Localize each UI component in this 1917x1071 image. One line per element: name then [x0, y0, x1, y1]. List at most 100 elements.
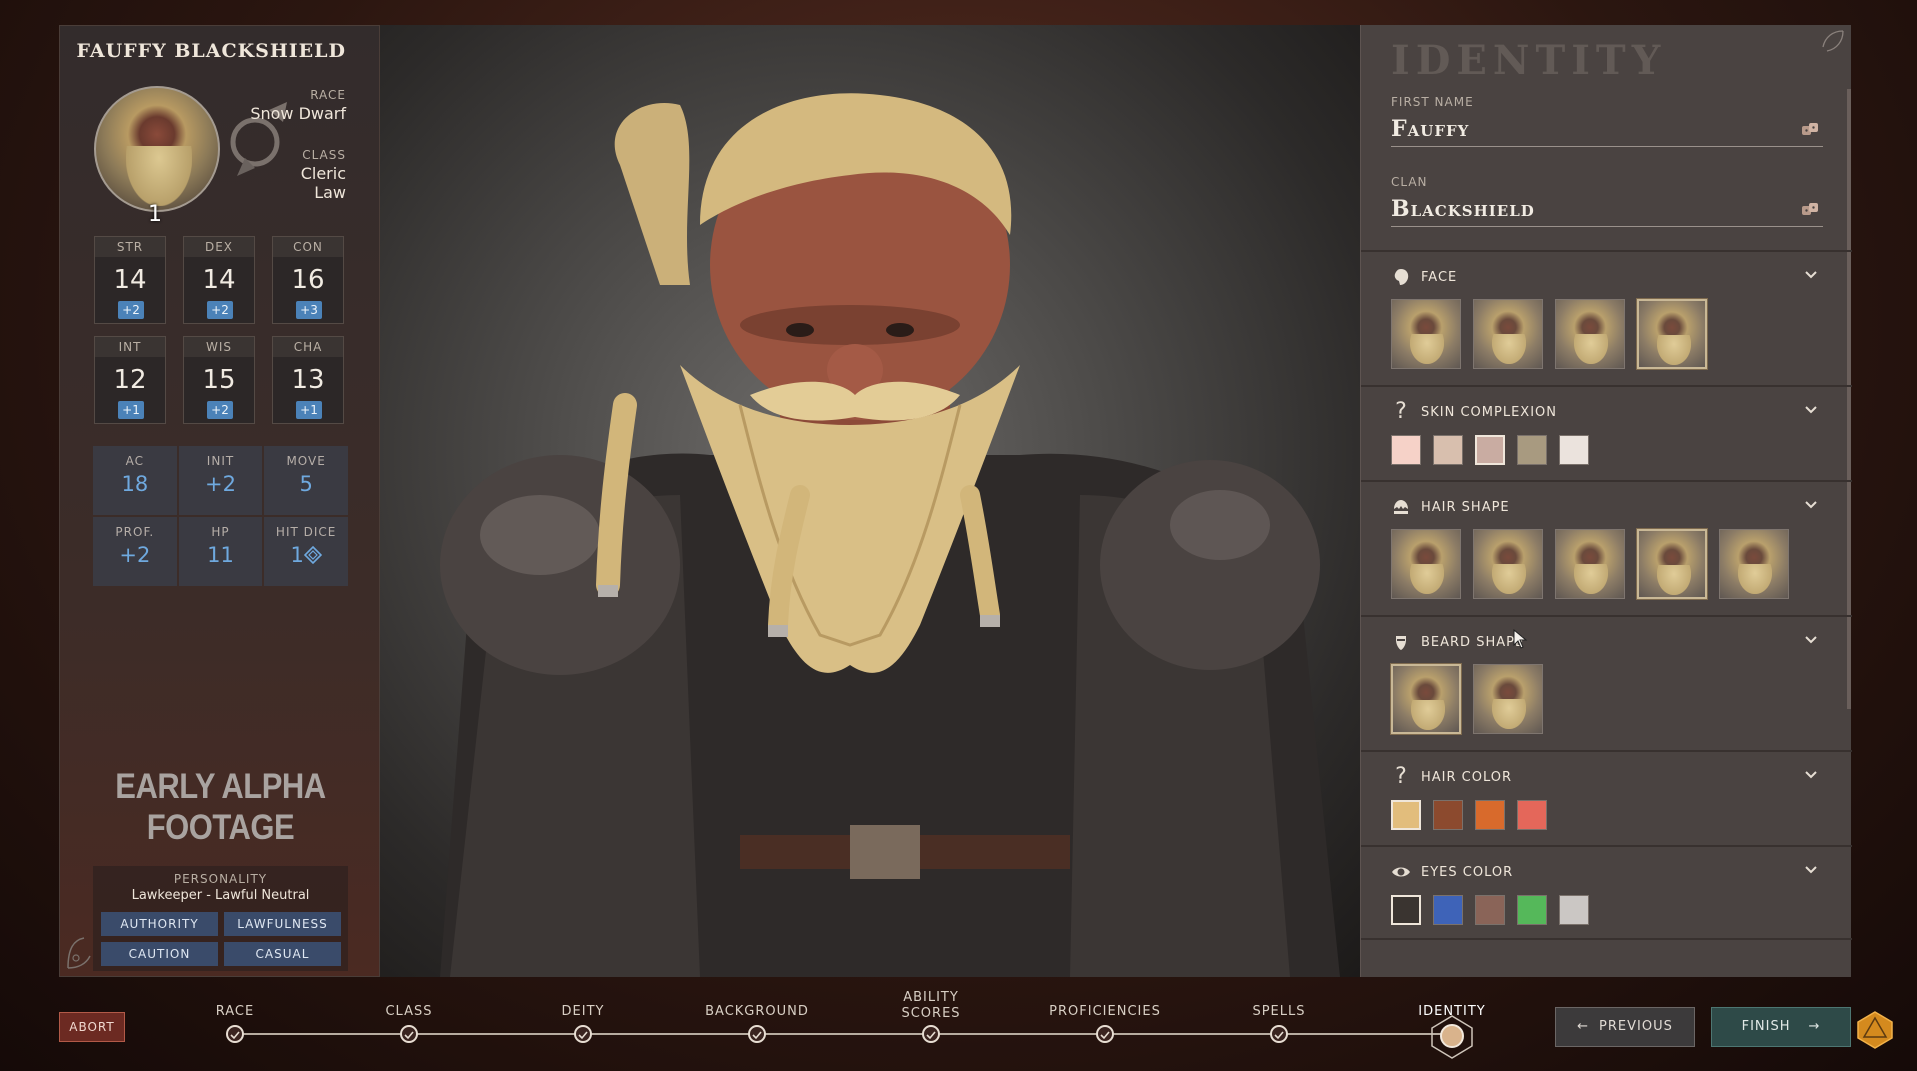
beard-shape-option-1[interactable]	[1391, 664, 1461, 734]
step-spells[interactable]: SPELLS	[1209, 998, 1349, 1043]
ability-abbr: INT	[95, 337, 165, 357]
skin-swatch[interactable]	[1559, 435, 1589, 465]
race-label: RACE	[310, 88, 346, 102]
step-deity[interactable]: DEITY	[513, 998, 653, 1043]
eye-color-swatch[interactable]	[1433, 895, 1463, 925]
ability-int: INT 12 +1	[94, 336, 166, 424]
face-section-header[interactable]: FACE	[1391, 266, 1457, 288]
beard-shape-label: BEARD SHAPE	[1421, 634, 1525, 650]
skin-section-header[interactable]: ? SKIN COMPLEXION	[1391, 401, 1557, 423]
skin-swatch[interactable]	[1517, 435, 1547, 465]
ability-modifier: +2	[207, 401, 233, 419]
check-icon	[574, 1025, 592, 1043]
hair-shape-label: HAIR SHAPE	[1421, 499, 1510, 515]
identity-title: IDENTITY	[1391, 37, 1667, 84]
chevron-down-icon[interactable]	[1804, 863, 1818, 877]
step-label: BACKGROUND	[705, 1004, 809, 1019]
eye-color-swatch[interactable]	[1391, 895, 1421, 925]
chevron-down-icon[interactable]	[1804, 403, 1818, 417]
step-background[interactable]: BACKGROUND	[687, 998, 827, 1043]
face-option-2[interactable]	[1473, 299, 1543, 369]
hair-color-swatch[interactable]	[1475, 800, 1505, 830]
skin-swatch[interactable]	[1475, 435, 1505, 465]
first-name-field[interactable]: Fauffy	[1391, 111, 1823, 147]
clan-label: CLAN	[1391, 175, 1428, 189]
finish-button[interactable]: FINISH →	[1711, 1007, 1851, 1047]
ability-modifier: +3	[296, 301, 322, 319]
randomize-clan-dice-icon[interactable]	[1801, 201, 1819, 219]
character-3d-viewport[interactable]	[380, 25, 1360, 977]
face-label: FACE	[1421, 269, 1458, 285]
hair-shape-option-1[interactable]	[1391, 529, 1461, 599]
hair-shape-section: HAIR SHAPE	[1361, 480, 1852, 615]
hair-color-label: HAIR COLOR	[1421, 769, 1513, 785]
stat-value: +2	[205, 472, 236, 496]
face-option-1[interactable]	[1391, 299, 1461, 369]
previous-label: PREVIOUS	[1599, 1019, 1673, 1034]
hair-shape-option-3[interactable]	[1555, 529, 1625, 599]
step-proficiencies[interactable]: PROFICIENCIES	[1035, 998, 1175, 1043]
hair-shape-section-header[interactable]: HAIR SHAPE	[1391, 496, 1510, 518]
personality-box: PERSONALITY Lawkeeper - Lawful Neutral A…	[93, 866, 348, 971]
ability-score: 16	[291, 265, 325, 295]
stat-label: AC	[125, 454, 145, 468]
arrow-right-icon: →	[1808, 1019, 1821, 1034]
eye-color-swatch[interactable]	[1517, 895, 1547, 925]
stat-hit-dice: HIT DICE 1	[264, 517, 348, 586]
face-option-4[interactable]	[1637, 299, 1707, 369]
beard-shape-option-2[interactable]	[1473, 664, 1543, 734]
chevron-down-icon[interactable]	[1804, 498, 1818, 512]
eye-color-swatch[interactable]	[1475, 895, 1505, 925]
skin-swatch[interactable]	[1433, 435, 1463, 465]
step-race[interactable]: RACE	[165, 998, 305, 1043]
beard-shape-section-header[interactable]: BEARD SHAPE	[1391, 631, 1524, 653]
randomize-first-name-dice-icon[interactable]	[1801, 121, 1819, 139]
hair-color-swatch[interactable]	[1517, 800, 1547, 830]
ability-dex: DEX 14 +2	[183, 236, 255, 324]
class-domain-value: Law	[314, 183, 346, 202]
ability-abbr: CON	[273, 237, 343, 257]
ability-wis: WIS 15 +2	[183, 336, 255, 424]
stat-init: INIT +2	[178, 446, 263, 515]
check-icon	[922, 1025, 940, 1043]
beard-shape-section: BEARD SHAPE	[1361, 615, 1852, 750]
stat-label: HP	[211, 525, 230, 539]
step-ability-scores[interactable]: ABILITY SCORES	[886, 990, 976, 1043]
step-label: ABILITY SCORES	[901, 990, 961, 1021]
hair-shape-option-5[interactable]	[1719, 529, 1789, 599]
stat-label: INIT	[206, 454, 235, 468]
stat-value: 11	[207, 543, 234, 567]
eyes-color-section-header[interactable]: EYES COLOR	[1391, 861, 1513, 883]
clan-field[interactable]: Blackshield	[1391, 191, 1823, 227]
ability-modifier: +1	[118, 401, 144, 419]
skin-swatch[interactable]	[1391, 435, 1421, 465]
chevron-down-icon[interactable]	[1804, 268, 1818, 282]
character-portrait	[94, 86, 220, 212]
face-option-3[interactable]	[1555, 299, 1625, 369]
ability-abbr: WIS	[184, 337, 254, 357]
hair-shape-option-4[interactable]	[1637, 529, 1707, 599]
class-label: CLASS	[302, 148, 346, 162]
hair-color-swatch[interactable]	[1433, 800, 1463, 830]
abort-button[interactable]: ABORT	[59, 1012, 125, 1042]
ability-abbr: STR	[95, 237, 165, 257]
ability-score: 15	[202, 365, 236, 395]
d8-dice-icon	[303, 545, 322, 565]
face-icon	[1394, 269, 1409, 285]
hair-color-swatch[interactable]	[1391, 800, 1421, 830]
step-class[interactable]: CLASS	[339, 998, 479, 1043]
eye-color-swatch[interactable]	[1559, 895, 1589, 925]
stat-label: PROF.	[115, 525, 155, 539]
step-label: CLASS	[385, 1004, 433, 1019]
hair-shape-option-2[interactable]	[1473, 529, 1543, 599]
stat-value: +2	[119, 543, 151, 567]
chevron-down-icon[interactable]	[1804, 768, 1818, 782]
question-mark-icon: ?	[1395, 399, 1407, 424]
previous-button[interactable]: ← PREVIOUS	[1555, 1007, 1695, 1047]
hair-color-section-header[interactable]: ? HAIR COLOR	[1391, 766, 1512, 788]
finish-label: FINISH	[1741, 1019, 1791, 1034]
personality-tag-authority: AUTHORITY	[101, 912, 218, 936]
chevron-down-icon[interactable]	[1804, 633, 1818, 647]
ability-abbr: CHA	[273, 337, 343, 357]
eye-icon	[1392, 867, 1410, 877]
